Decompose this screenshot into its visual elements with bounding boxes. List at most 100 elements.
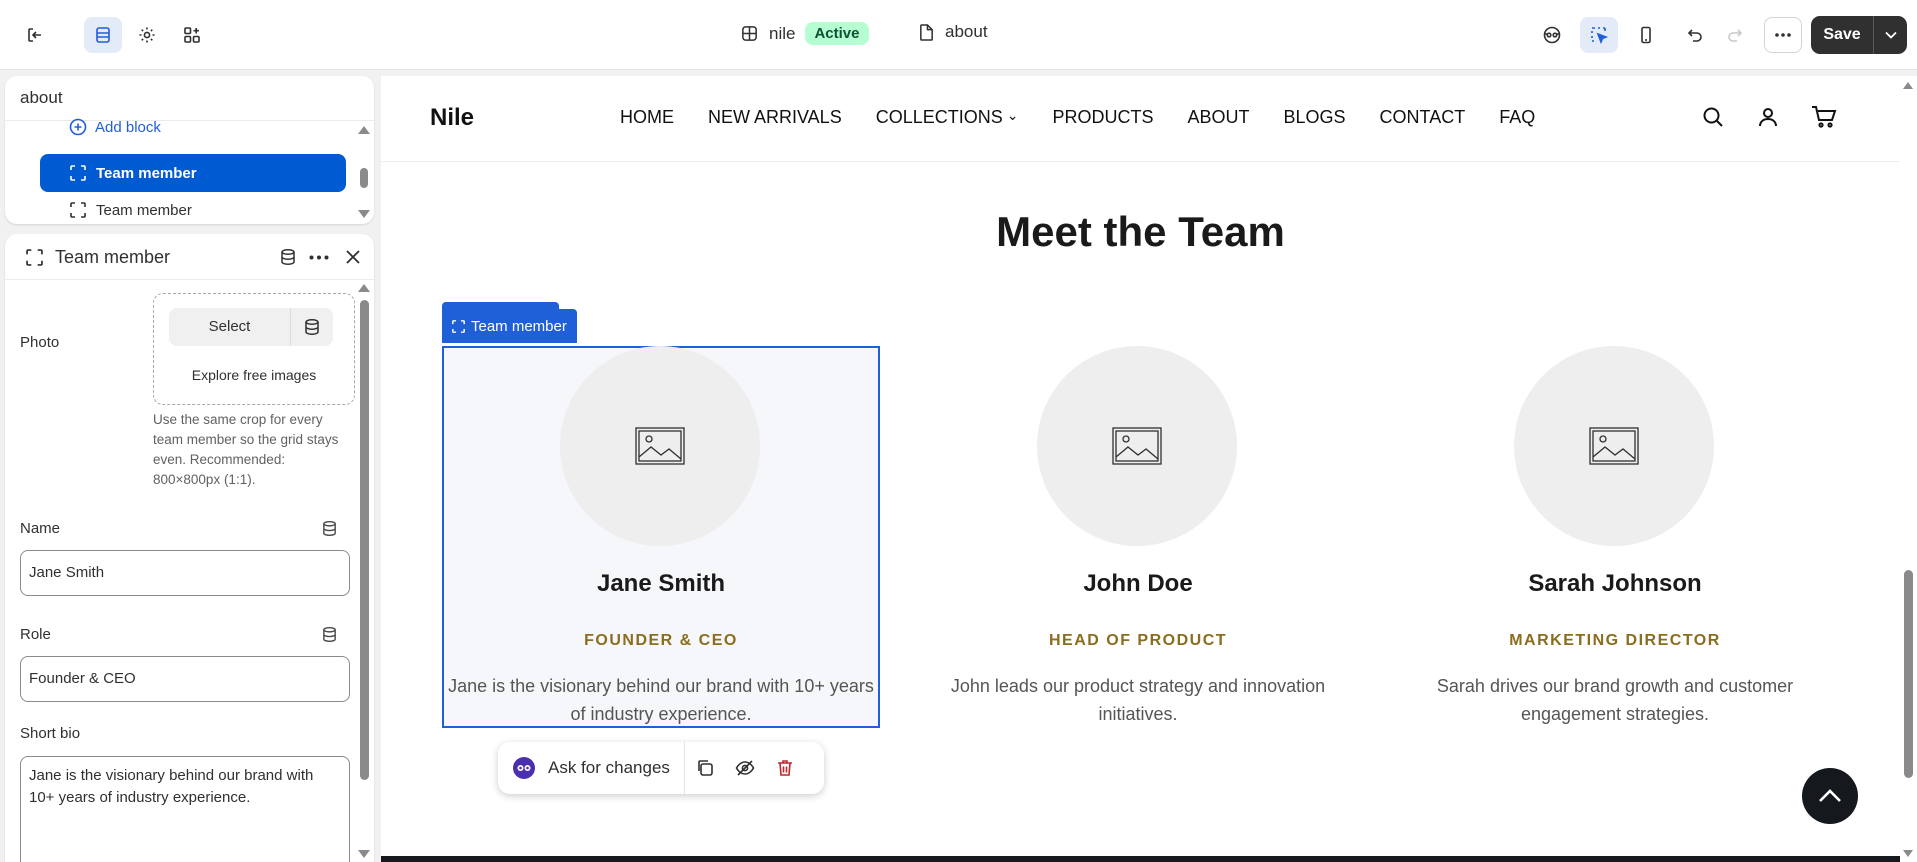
scroll-down-arrow[interactable] [358,210,370,218]
role-label: Role [20,626,51,643]
member-name: John Doe [1083,570,1193,597]
nav-new-arrivals[interactable]: NEW ARRIVALS [708,107,842,128]
scroll-down-arrow[interactable] [358,850,370,858]
tree-title: about [20,88,63,107]
block-icon [452,319,465,333]
inspect-select-icon[interactable] [1580,17,1618,53]
team-member-card[interactable]: Jane Smith FOUNDER & CEO Jane is the vis… [442,346,880,728]
scroll-up-arrow[interactable] [358,284,370,292]
block-icon [70,202,86,218]
member-role: MARKETING DIRECTOR [1509,632,1721,649]
nav-products[interactable]: PRODUCTS [1052,107,1153,128]
team-member-card[interactable]: John Doe HEAD OF PRODUCT John leads our … [919,346,1357,728]
duplicate-icon[interactable] [685,759,725,777]
photo-picker: Select Explore free images [153,293,355,405]
cart-icon[interactable] [1811,105,1837,129]
status-badge: Active [805,22,869,45]
scrollbar-thumb[interactable] [1904,570,1913,778]
ask-for-changes-label: Ask for changes [548,758,670,777]
sections-icon[interactable] [84,17,122,53]
nav-blogs[interactable]: BLOGS [1284,107,1346,128]
theme-context[interactable]: nile Active [740,22,869,45]
block-action-bar: Ask for changes [498,742,824,794]
block-settings-panel: Team member Photo Select Explore free im… [5,234,374,862]
member-name: Sarah Johnson [1528,570,1702,597]
explore-free-images-link[interactable]: Explore free images [154,367,354,383]
apps-icon[interactable] [173,17,211,53]
database-icon[interactable] [321,520,338,537]
tree-item-team-member-selected[interactable]: Team member [40,154,346,192]
name-field[interactable]: Jane Smith [20,550,350,596]
nav-about[interactable]: ABOUT [1187,107,1249,128]
delete-icon[interactable] [765,759,805,777]
store-preview: Nile HOME NEW ARRIVALS COLLECTIONS PRODU… [381,76,1900,862]
top-bar: nile Active about Save [0,0,1917,70]
tree-item-team-member[interactable]: Team member [40,197,346,224]
undo-icon[interactable] [1675,17,1713,53]
photo-help-text: Use the same crop for every team member … [153,412,339,487]
block-icon [26,249,43,266]
ai-assistant-icon [513,757,535,779]
more-icon[interactable] [309,255,329,260]
database-icon[interactable] [279,248,297,266]
scrollbar-thumb[interactable] [360,168,368,188]
chevron-down-icon[interactable] [1874,31,1907,39]
member-bio: John leads our product strategy and inno… [950,676,1326,724]
image-placeholder-icon [1589,427,1639,465]
scroll-up-arrow[interactable] [358,126,370,134]
settings-header: Team member [5,234,374,280]
exit-icon[interactable] [16,17,54,53]
avatar [1037,346,1237,546]
site-logo[interactable]: Nile [430,104,474,132]
member-bio: Jane is the visionary behind our brand w… [448,676,874,724]
nav-contact[interactable]: CONTACT [1380,107,1466,128]
store-name: nile [769,23,796,43]
close-icon[interactable] [345,249,361,265]
add-block-label: Add block [95,118,161,136]
save-button[interactable]: Save [1811,16,1907,54]
back-to-top-button[interactable] [1802,768,1858,824]
hide-icon[interactable] [725,759,765,777]
block-icon [70,165,86,181]
nav-faq[interactable]: FAQ [1499,107,1535,128]
photo-label: Photo [20,334,60,351]
scroll-up-arrow[interactable] [1903,82,1913,89]
preview-scrollbar[interactable] [1900,76,1917,862]
nav-home[interactable]: HOME [620,107,674,128]
nav-collections[interactable]: COLLECTIONS [876,107,1019,128]
selection-tag[interactable]: Team member [442,309,577,343]
section-title: Meet the Team [996,208,1285,255]
short-bio-label: Short bio [20,725,81,742]
scroll-down-arrow[interactable] [1903,850,1913,857]
mobile-preview-icon[interactable] [1627,17,1665,53]
footer-edge [381,856,1900,862]
team-member-card[interactable]: Sarah Johnson MARKETING DIRECTOR Sarah d… [1396,346,1834,728]
avatar [1514,346,1714,546]
search-icon[interactable] [1701,105,1725,129]
short-bio-field[interactable]: Jane is the visionary behind our brand w… [20,756,350,862]
ai-assistant-icon[interactable] [1533,17,1571,53]
ask-for-changes-button[interactable]: Ask for changes [498,742,685,794]
photo-buttons: Select [169,308,333,346]
role-field[interactable]: Founder & CEO [20,656,350,702]
database-icon[interactable] [291,308,333,346]
layout-icon [742,26,757,41]
page-selector[interactable]: about [918,22,988,42]
database-icon[interactable] [321,626,338,643]
select-image-button[interactable]: Select [169,308,291,346]
redo-icon[interactable] [1717,17,1755,53]
settings-title: Team member [55,247,171,267]
scrollbar-thumb[interactable] [360,300,369,780]
add-block-button[interactable]: Add block [69,118,161,136]
chevron-up-icon [1819,789,1841,802]
account-icon[interactable] [1756,105,1780,129]
main-navigation: HOME NEW ARRIVALS COLLECTIONS PRODUCTS A… [620,107,1535,128]
site-header: Nile HOME NEW ARRIVALS COLLECTIONS PRODU… [381,76,1900,162]
tree-item-label: Team member [96,202,192,219]
gear-icon[interactable] [128,17,166,53]
page-name: about [945,22,988,41]
tree-item-label: Team member [96,164,197,182]
image-placeholder-icon [635,427,685,465]
more-options-icon[interactable] [1764,17,1802,53]
selection-tag-label: Team member [471,317,567,335]
